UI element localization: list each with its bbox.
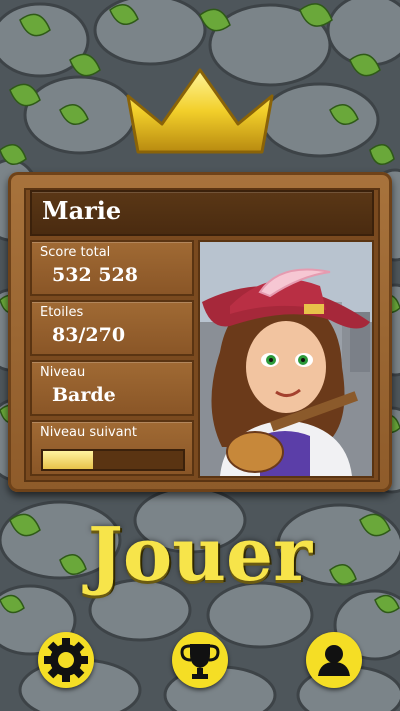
leaderboard-button[interactable] [172, 632, 228, 688]
next-level-progress-fill [43, 451, 94, 469]
crown-icon [126, 68, 274, 154]
next-level-label: Niveau suivant [40, 425, 137, 440]
level-value: Barde [52, 384, 116, 406]
level-label: Niveau [40, 365, 86, 380]
character-portrait [198, 240, 374, 478]
trophy-icon [180, 644, 220, 679]
next-level-panel: Niveau suivant [30, 420, 194, 476]
bard-avatar [200, 242, 372, 476]
stars-value: 83/270 [52, 324, 126, 346]
stars-panel: Etoiles 83/270 [30, 300, 194, 356]
settings-button[interactable] [38, 632, 94, 688]
level-panel: Niveau Barde [30, 360, 194, 416]
player-name-bar: Marie [30, 190, 374, 236]
gear-icon [44, 638, 88, 682]
profile-button[interactable] [306, 632, 362, 688]
profile-board: Marie Score total 532 528 Etoiles 83/270… [8, 160, 392, 500]
stars-label: Etoiles [40, 305, 84, 320]
profile-icon [318, 645, 350, 676]
score-value: 532 528 [52, 264, 138, 286]
next-level-progress-bar [41, 449, 185, 471]
play-button[interactable]: Jouer [0, 512, 400, 598]
score-panel: Score total 532 528 [30, 240, 194, 296]
player-name: Marie [42, 196, 122, 225]
score-label: Score total [40, 245, 111, 260]
